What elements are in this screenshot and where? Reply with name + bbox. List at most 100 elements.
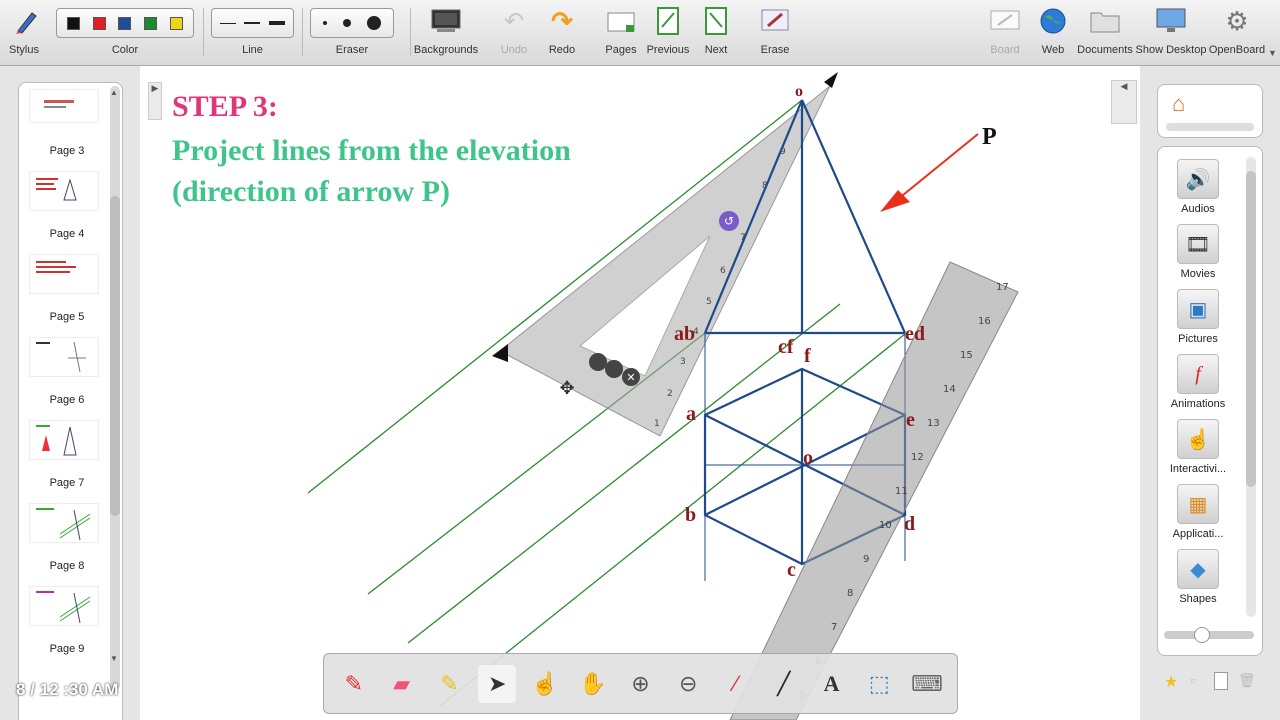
keyboard-button[interactable]: ⌨ [908, 665, 946, 703]
line-tool-button[interactable]: ╱ [765, 665, 803, 703]
board-button[interactable]: Board [989, 6, 1021, 56]
show-desktop-button[interactable]: Show Desktop [1136, 6, 1206, 56]
hand-icon: ✋ [579, 670, 607, 696]
line-medium-button[interactable] [244, 22, 261, 24]
library-item-interactivities[interactable]: ☝ Interactivi... [1158, 419, 1238, 475]
thumbnail-page-9[interactable] [29, 586, 99, 626]
color-swatch-green[interactable] [144, 16, 158, 30]
home-icon[interactable]: ⌂ [1172, 91, 1185, 117]
eraser-tool-button[interactable]: ▰ [383, 665, 421, 703]
picture-folder-icon: ▣ [1177, 289, 1219, 329]
library-item-movies[interactable]: 🎞 Movies [1158, 224, 1238, 280]
thumbnail-page-7[interactable] [29, 420, 99, 460]
library-scroll-thumb[interactable] [1246, 171, 1256, 487]
text-tool-button[interactable]: A [813, 665, 851, 703]
pen-tool-button[interactable]: ✎ [335, 665, 373, 703]
thumbnail-scrollbar[interactable] [110, 86, 120, 690]
next-button[interactable]: Next [700, 6, 732, 56]
previous-page-icon [652, 6, 684, 36]
previous-button[interactable]: Previous [647, 6, 689, 56]
color-label: Color [111, 44, 139, 56]
backgrounds-icon [430, 6, 462, 36]
hand-tool-button[interactable]: ✋ [574, 665, 612, 703]
line-icon: ╱ [777, 670, 791, 696]
highlighter-tool-button[interactable]: ✎ [430, 665, 468, 703]
laser-pointer-button[interactable]: ⁄ [717, 665, 755, 703]
color-swatch-black[interactable] [67, 16, 81, 30]
vertex-label-ed: ed [905, 323, 925, 345]
library-list: 🔊 Audios 🎞 Movies ▣ Pictures f Animation… [1157, 146, 1263, 656]
ruler-tick: 14 [943, 384, 956, 395]
ruler-tick: 15 [960, 350, 973, 361]
stylus-button[interactable]: Stylus [9, 6, 39, 56]
line-thin-button[interactable] [220, 22, 237, 24]
scroll-up-icon[interactable]: ▲ [110, 88, 118, 97]
thumbnail-page-8[interactable] [29, 503, 99, 543]
line-width-selector [211, 8, 294, 38]
thumbnail-scroll-thumb[interactable] [110, 196, 120, 516]
web-button[interactable]: Web [1037, 6, 1069, 56]
color-swatch-blue[interactable] [118, 16, 132, 30]
library-item-applications[interactable]: ▦ Applicati... [1158, 484, 1238, 540]
zoom-out-icon: ⊖ [679, 670, 698, 696]
pointer-hand-icon: ☝ [531, 670, 559, 696]
library-item-animations[interactable]: f Animations [1158, 354, 1238, 410]
redo-button[interactable]: ↷ Redo [546, 6, 578, 57]
vertex-label-a: a [686, 403, 696, 425]
thumbnail-page-6[interactable] [29, 337, 99, 377]
library-item-label: Shapes [1179, 593, 1217, 605]
keyboard-icon: ⌨ [911, 670, 943, 696]
pages-button[interactable]: Pages [605, 6, 637, 56]
movie-folder-icon: 🎞 [1177, 224, 1219, 264]
new-folder-icon[interactable]: ▫ [1190, 672, 1195, 688]
drawing-board[interactable]: ▶ ◀ STEP 3: Project lines from the eleva… [140, 66, 1140, 720]
line-thick-button[interactable] [268, 21, 285, 25]
laser-pointer-icon: ⁄ [734, 670, 738, 696]
flash-folder-icon: f [1177, 354, 1219, 394]
highlighter-icon: ✎ [440, 670, 459, 696]
favorite-star-icon[interactable]: ★ [1164, 672, 1178, 692]
ruler-tick: 10 [879, 520, 892, 531]
openboard-button[interactable]: ⚙ OpenBoard [1209, 6, 1265, 57]
eraser-medium-button[interactable] [343, 19, 351, 27]
board-icon [989, 6, 1021, 36]
library-item-pictures[interactable]: ▣ Pictures [1158, 289, 1238, 345]
zoom-slider[interactable] [1164, 627, 1254, 643]
eraser-large-button[interactable] [367, 16, 381, 30]
color-palette [56, 8, 194, 38]
scroll-down-icon[interactable]: ▼ [110, 654, 118, 663]
thumbnail-page-3[interactable] [29, 89, 99, 123]
move-cursor-icon: ✥ [559, 378, 574, 399]
applications-folder-icon: ▦ [1177, 484, 1219, 524]
thumbnail-label: Page 8 [49, 560, 85, 572]
library-nav-bar[interactable] [1166, 123, 1254, 131]
zoom-out-button[interactable]: ⊖ [669, 665, 707, 703]
thumbnail-page-5[interactable] [29, 254, 99, 294]
undo-button[interactable]: ↶ Undo [498, 6, 530, 57]
arrow-cursor-icon: ➤ [487, 670, 507, 696]
interact-tool-button[interactable]: ☝ [526, 665, 564, 703]
capture-tool-button[interactable]: ⬚ [860, 665, 898, 703]
backgrounds-button[interactable]: Backgrounds [414, 6, 478, 56]
eraser-small-button[interactable] [323, 21, 327, 25]
globe-icon [1037, 6, 1069, 36]
library-item-audios[interactable]: 🔊 Audios [1158, 159, 1238, 215]
main-toolbar: Stylus Color Line Eraser Backgrounds ↶ U… [0, 0, 1280, 66]
documents-button[interactable]: Documents [1077, 6, 1133, 56]
ruler-tick: 9 [863, 554, 869, 565]
new-page-icon[interactable] [1214, 672, 1228, 690]
selector-tool-button[interactable]: ➤ [478, 664, 517, 703]
thumbnail-label: Page 9 [49, 643, 85, 655]
color-swatch-red[interactable] [92, 16, 106, 30]
interactive-folder-icon: ☝ [1177, 419, 1219, 459]
library-scrollbar[interactable] [1246, 157, 1256, 617]
thumbnail-page-4[interactable] [29, 171, 99, 211]
color-swatch-yellow[interactable] [169, 16, 183, 30]
zoom-in-button[interactable]: ⊕ [621, 665, 659, 703]
zoom-slider-handle[interactable] [1194, 627, 1210, 643]
vertex-label-o-top: o [795, 83, 803, 100]
erase-button[interactable]: Erase [759, 6, 791, 56]
library-item-shapes[interactable]: ◆ Shapes [1158, 549, 1238, 605]
trash-icon[interactable]: 🗑 [1238, 672, 1256, 689]
toolbar-overflow-icon[interactable]: ▼ [1268, 48, 1277, 58]
